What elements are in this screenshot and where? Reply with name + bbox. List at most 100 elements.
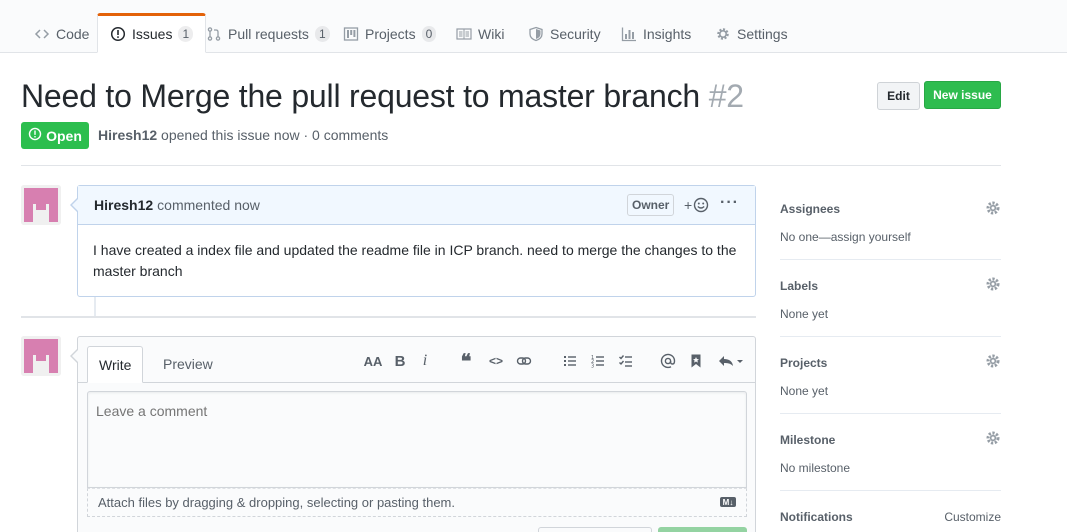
link-button[interactable] <box>514 351 534 371</box>
sidebar-divider <box>780 336 1001 337</box>
comment-submit-button[interactable] <box>658 527 747 532</box>
issue-title-heading: Need to Merge the pull request to master… <box>21 78 744 115</box>
sidebar-divider <box>780 413 1001 414</box>
gear-icon[interactable] <box>985 276 1001 292</box>
tab-write[interactable]: Write <box>87 346 144 383</box>
gear-icon[interactable] <box>985 353 1001 369</box>
tab-security[interactable]: Security <box>516 14 613 53</box>
smiley-icon <box>693 197 709 213</box>
header-divider <box>21 165 1001 166</box>
tab-pull-requests[interactable]: Pull requests 1 <box>194 14 342 53</box>
repo-nav: Code Issues 1 Pull requests 1 Projects 0… <box>0 0 1067 53</box>
book-icon <box>456 26 472 42</box>
issue-state-badge: Open <box>21 122 89 149</box>
reply-icon <box>719 356 743 366</box>
issue-state-label: Open <box>46 127 82 144</box>
avatar[interactable] <box>21 336 61 376</box>
italic-button[interactable]: i <box>415 351 435 371</box>
tab-security-label: Security <box>550 25 601 42</box>
sidebar-divider <box>780 259 1001 260</box>
tab-insights-label: Insights <box>643 25 692 42</box>
avatar[interactable] <box>21 185 61 225</box>
timeline-divider <box>21 316 756 318</box>
editor-tabs-divider <box>78 382 755 383</box>
tasklist-icon <box>619 355 632 367</box>
sidebar-notifications: Notifications Customize <box>780 510 1001 524</box>
sidebar-labels-value: None yet <box>780 307 829 321</box>
tab-settings-label: Settings <box>737 25 788 42</box>
customize-notifications-link[interactable]: Customize <box>944 510 1001 524</box>
mention-button[interactable] <box>658 351 678 371</box>
close-issue-button[interactable] <box>538 527 652 532</box>
sidebar-projects-value: None yet <box>780 384 829 398</box>
issue-meta: Hiresh12 opened this issue now · 0 comme… <box>98 127 388 143</box>
tab-issues[interactable]: Issues 1 <box>97 13 207 53</box>
file-attach-bar[interactable]: Attach files by dragging & dropping, sel… <box>87 488 747 517</box>
list-unordered-icon <box>564 356 576 366</box>
issue-number: #2 <box>708 78 744 114</box>
code-button[interactable]: <> <box>486 351 506 371</box>
issue-opened-icon <box>110 26 126 42</box>
code-icon <box>34 26 50 42</box>
sidebar-milestone-title[interactable]: Milestone <box>780 433 1001 447</box>
list-ordered-icon: 123 <box>591 355 604 370</box>
tab-code[interactable]: Code <box>22 14 101 53</box>
unordered-list-button[interactable] <box>560 351 580 371</box>
issue-comment: Hiresh12 commented now Owner + ··· I hav… <box>70 185 756 297</box>
add-reaction-button[interactable]: + <box>684 197 709 213</box>
gear-icon[interactable] <box>985 200 1001 216</box>
tab-projects[interactable]: Projects 0 <box>331 14 448 53</box>
bookmark-icon <box>691 354 701 368</box>
mention-icon <box>660 353 676 369</box>
sidebar-divider <box>780 490 1001 491</box>
pull-requests-counter: 1 <box>314 25 330 42</box>
issue-meta-text: opened this issue now · 0 comments <box>161 127 389 143</box>
comment-body: I have created a index file and updated … <box>93 242 737 279</box>
sidebar-projects-title[interactable]: Projects <box>780 356 1001 370</box>
issue-author-link[interactable]: Hiresh12 <box>98 127 157 143</box>
shield-icon <box>528 26 544 42</box>
sidebar-assignees: Assignees No one—assign yourself <box>780 200 1001 244</box>
link-icon <box>516 357 532 365</box>
saved-replies-button[interactable] <box>686 351 706 371</box>
comment-author-link[interactable]: Hiresh12 <box>94 197 153 213</box>
sidebar-labels-title[interactable]: Labels <box>780 279 1001 293</box>
ordered-list-button[interactable]: 123 <box>588 351 608 371</box>
svg-text:3: 3 <box>591 364 594 370</box>
markdown-icon[interactable]: M↓ <box>720 497 736 507</box>
new-issue-button[interactable]: New issue <box>924 81 1001 109</box>
comment-header: Hiresh12 commented now Owner + ··· <box>78 186 755 225</box>
sidebar-milestone: Milestone No milestone <box>780 430 1001 475</box>
bold-button[interactable]: B <box>390 351 410 371</box>
quote-button[interactable]: ❝ <box>456 351 476 373</box>
reply-menu-button[interactable] <box>716 351 746 371</box>
issue-opened-icon <box>28 127 42 144</box>
owner-badge: Owner <box>627 194 675 216</box>
issue-title: Need to Merge the pull request to master… <box>21 78 700 114</box>
tab-preview[interactable]: Preview <box>152 346 224 382</box>
tab-issues-label: Issues <box>132 26 173 42</box>
edit-button[interactable]: Edit <box>877 82 920 110</box>
task-list-button[interactable] <box>616 351 636 371</box>
header-text-button[interactable]: AA <box>362 351 384 371</box>
project-icon <box>343 26 359 42</box>
tab-insights[interactable]: Insights <box>609 14 703 53</box>
comment-textarea[interactable] <box>87 391 747 488</box>
sidebar-milestone-value: No milestone <box>780 461 851 475</box>
gear-icon[interactable] <box>985 430 1001 446</box>
graph-icon <box>621 26 637 42</box>
tab-projects-label: Projects <box>365 25 416 42</box>
comment-time[interactable]: commented now <box>157 197 260 213</box>
issues-counter: 1 <box>178 26 194 42</box>
gear-icon <box>715 26 731 42</box>
comment-options-button[interactable]: ··· <box>720 194 739 212</box>
sidebar-assignees-title[interactable]: Assignees <box>780 202 1001 216</box>
timeline-connector <box>94 297 96 317</box>
sidebar-labels: Labels None yet <box>780 276 1001 321</box>
projects-counter: 0 <box>421 25 437 42</box>
pull-request-icon <box>206 26 222 42</box>
tab-settings[interactable]: Settings <box>703 14 800 53</box>
tab-wiki[interactable]: Wiki <box>444 14 516 53</box>
tab-pull-requests-label: Pull requests <box>228 25 309 42</box>
sidebar-assignees-value[interactable]: No one—assign yourself <box>780 230 1001 244</box>
